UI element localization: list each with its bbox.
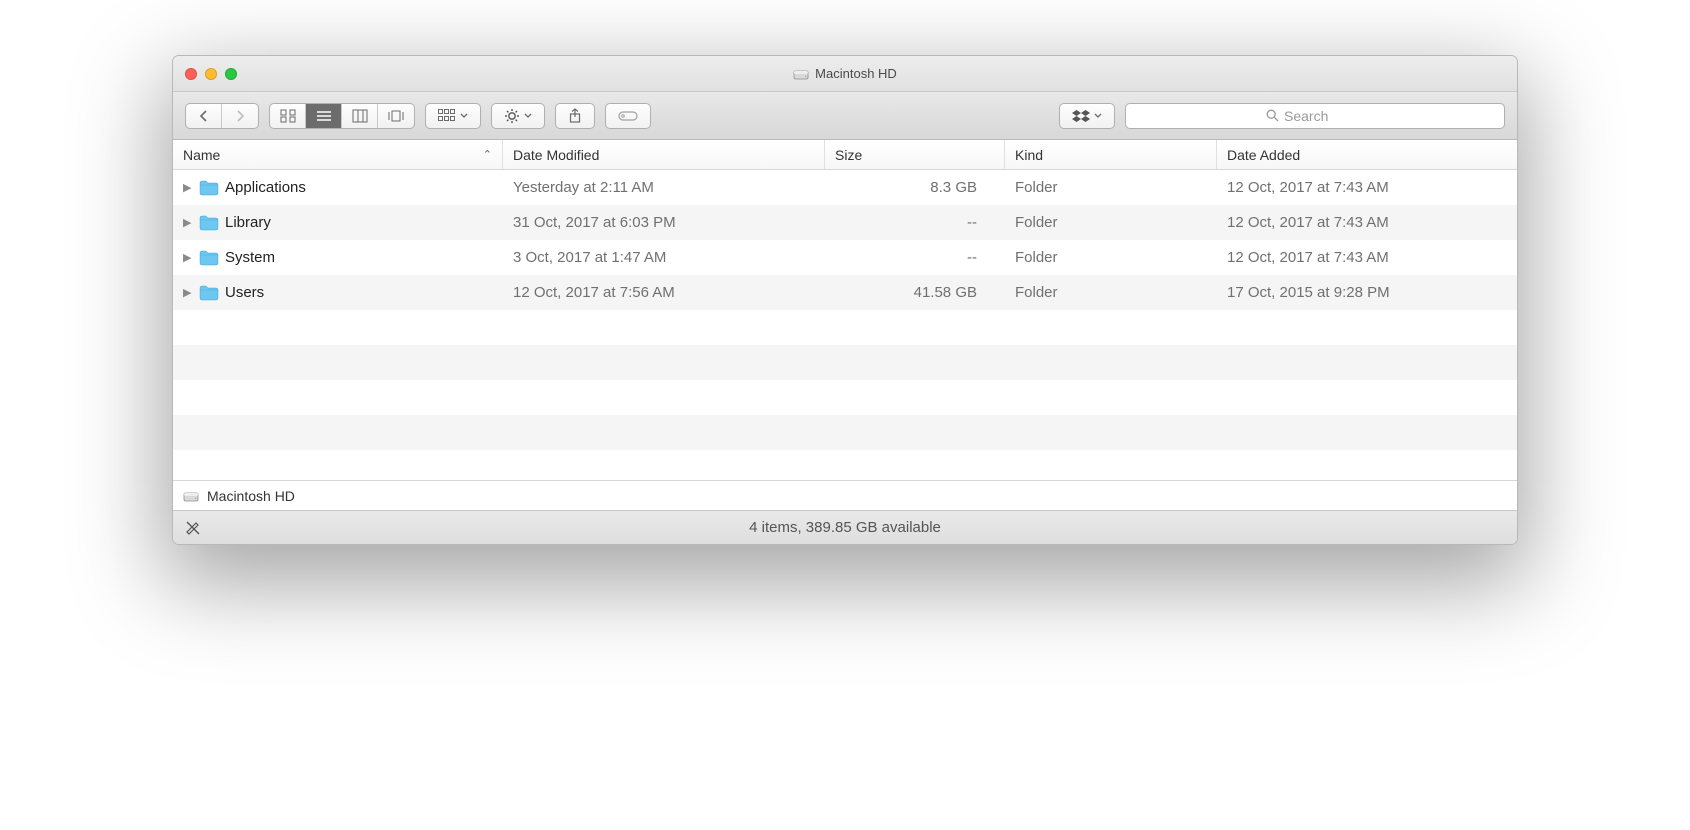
cell-name: ▶ System: [173, 249, 503, 266]
column-date-label: Date Modified: [513, 147, 599, 163]
zoom-button[interactable]: [225, 68, 237, 80]
column-size[interactable]: Size: [825, 140, 1005, 169]
nav-group: [185, 103, 259, 129]
column-name[interactable]: Name ⌃: [173, 140, 503, 169]
cell-date-modified: 12 Oct, 2017 at 7:56 AM: [503, 284, 825, 301]
edit-disabled-icon: [185, 520, 201, 536]
search-field[interactable]: [1125, 103, 1505, 129]
column-date-modified[interactable]: Date Modified: [503, 140, 825, 169]
status-bar: 4 items, 389.85 GB available: [173, 510, 1517, 544]
arrange-button[interactable]: [425, 103, 481, 129]
column-size-label: Size: [835, 147, 862, 163]
view-group: [269, 103, 415, 129]
cell-name: ▶ Library: [173, 214, 503, 231]
table-row-empty: [173, 310, 1517, 345]
cell-name: ▶ Users: [173, 284, 503, 301]
path-label: Macintosh HD: [207, 488, 295, 504]
cell-kind: Folder: [1005, 284, 1217, 301]
window-controls: [173, 68, 237, 80]
table-row-empty: [173, 380, 1517, 415]
file-name: Library: [225, 214, 271, 231]
disclosure-triangle-icon[interactable]: ▶: [183, 216, 193, 229]
file-list: ▶ApplicationsYesterday at 2:11 AM8.3 GBF…: [173, 170, 1517, 480]
chevron-down-icon: [460, 113, 468, 119]
hd-icon: [793, 66, 809, 82]
folder-icon: [199, 180, 219, 196]
cell-name: ▶ Applications: [173, 179, 503, 196]
file-name: System: [225, 249, 275, 266]
share-icon: [568, 108, 582, 124]
status-text: 4 items, 389.85 GB available: [749, 519, 941, 536]
search-icon: [1266, 109, 1279, 122]
dropbox-button[interactable]: [1059, 103, 1115, 129]
action-button[interactable]: [491, 103, 545, 129]
cell-kind: Folder: [1005, 214, 1217, 231]
disclosure-triangle-icon[interactable]: ▶: [183, 286, 193, 299]
folder-icon: [199, 215, 219, 231]
hd-icon: [183, 488, 199, 504]
disclosure-triangle-icon[interactable]: ▶: [183, 181, 193, 194]
back-button[interactable]: [186, 104, 222, 128]
table-row[interactable]: ▶ System 3 Oct, 2017 at 1:47 AM--Folder12 …: [173, 240, 1517, 275]
view-icons-button[interactable]: [270, 104, 306, 128]
disclosure-triangle-icon[interactable]: ▶: [183, 251, 193, 264]
search-input[interactable]: [1284, 108, 1364, 124]
forward-button[interactable]: [222, 104, 258, 128]
chevron-down-icon: [524, 113, 532, 119]
minimize-button[interactable]: [205, 68, 217, 80]
view-coverflow-button[interactable]: [378, 104, 414, 128]
cell-size: 41.58 GB: [825, 284, 1005, 301]
folder-icon: [199, 250, 219, 266]
table-row-empty: [173, 345, 1517, 380]
close-button[interactable]: [185, 68, 197, 80]
column-added-label: Date Added: [1227, 147, 1300, 163]
table-row[interactable]: ▶ Library 31 Oct, 2017 at 6:03 PM--Folder1…: [173, 205, 1517, 240]
table-row-empty: [173, 450, 1517, 480]
gear-icon: [504, 108, 520, 124]
table-row[interactable]: ▶ Applications Yesterday at 2:11 AM8.3 GBF…: [173, 170, 1517, 205]
chevron-down-icon: [1094, 113, 1102, 119]
cell-date-modified: 31 Oct, 2017 at 6:03 PM: [503, 214, 825, 231]
tag-icon: [618, 109, 638, 123]
cell-size: --: [825, 249, 1005, 266]
cell-date-added: 17 Oct, 2015 at 9:28 PM: [1217, 284, 1517, 301]
cell-date-added: 12 Oct, 2017 at 7:43 AM: [1217, 179, 1517, 196]
cell-size: --: [825, 214, 1005, 231]
tags-button[interactable]: [605, 103, 651, 129]
cell-kind: Folder: [1005, 179, 1217, 196]
view-columns-button[interactable]: [342, 104, 378, 128]
cell-size: 8.3 GB: [825, 179, 1005, 196]
table-row-empty: [173, 415, 1517, 450]
file-name: Users: [225, 284, 264, 301]
dropbox-icon: [1072, 109, 1090, 123]
sort-ascending-icon: ⌃: [483, 148, 492, 161]
titlebar: Macintosh HD: [173, 56, 1517, 92]
cell-kind: Folder: [1005, 249, 1217, 266]
column-kind[interactable]: Kind: [1005, 140, 1217, 169]
toolbar: [173, 92, 1517, 140]
cell-date-modified: Yesterday at 2:11 AM: [503, 179, 825, 196]
cell-date-modified: 3 Oct, 2017 at 1:47 AM: [503, 249, 825, 266]
cell-date-added: 12 Oct, 2017 at 7:43 AM: [1217, 249, 1517, 266]
share-button[interactable]: [555, 103, 595, 129]
folder-icon: [199, 285, 219, 301]
window-title: Macintosh HD: [173, 66, 1517, 82]
column-kind-label: Kind: [1015, 147, 1043, 163]
file-name: Applications: [225, 179, 306, 196]
view-list-button[interactable]: [306, 104, 342, 128]
finder-window: Macintosh HD: [172, 55, 1518, 545]
window-title-text: Macintosh HD: [815, 66, 897, 81]
table-row[interactable]: ▶ Users 12 Oct, 2017 at 7:56 AM41.58 GBFol…: [173, 275, 1517, 310]
column-name-label: Name: [183, 147, 220, 163]
path-bar[interactable]: Macintosh HD: [173, 480, 1517, 510]
column-headers: Name ⌃ Date Modified Size Kind Date Adde…: [173, 140, 1517, 170]
column-date-added[interactable]: Date Added: [1217, 140, 1517, 169]
cell-date-added: 12 Oct, 2017 at 7:43 AM: [1217, 214, 1517, 231]
